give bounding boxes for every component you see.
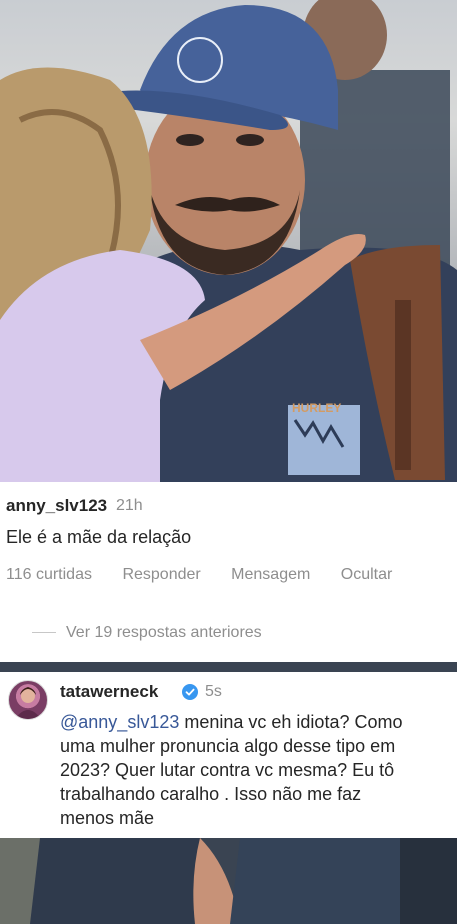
comment-2-line-4: trabalhando caralho . Isso não me faz — [60, 784, 362, 804]
comment-2-username[interactable]: tatawerneck — [60, 682, 158, 702]
comment-1-likes[interactable]: 116 curtidas — [6, 566, 92, 583]
reply-button[interactable]: Responder — [122, 566, 200, 583]
mention-link[interactable]: @anny_slv123 — [60, 712, 179, 732]
photo-bottom-illustration — [0, 838, 457, 924]
shirt-brand-text: HURLEY — [292, 401, 341, 415]
comment-2-line-1: menina vc eh idiota? Como — [179, 712, 403, 732]
comment-1-text: Ele é a mãe da relação — [6, 527, 192, 547]
comment-2-line-2: uma mulher pronuncia algo desse tipo em — [60, 736, 396, 756]
view-replies-link[interactable]: Ver 19 respostas anteriores — [32, 624, 262, 642]
message-button[interactable]: Mensagem — [231, 566, 310, 583]
photo-divider — [0, 662, 457, 672]
verified-badge-icon — [182, 684, 198, 700]
post-photo: HURLEY — [0, 0, 457, 482]
comment-1-username[interactable]: anny_slv123 — [6, 496, 107, 516]
view-replies-label: Ver 19 respostas anteriores — [66, 624, 262, 641]
comment-2-text: @anny_slv123 menina vc eh idiota? Como u… — [60, 710, 402, 830]
avatar[interactable] — [8, 680, 48, 720]
photo-illustration: HURLEY — [0, 0, 457, 482]
avatar-portrait-icon — [15, 687, 41, 719]
comment-2-line-5: menos mãe — [60, 808, 155, 828]
comment-panel-2: tatawerneck 5s @anny_slv123 menina vc eh… — [0, 672, 457, 838]
thread-line — [32, 632, 56, 634]
hide-button[interactable]: Ocultar — [341, 566, 393, 583]
comment-2-time: 5s — [205, 683, 222, 700]
comment-panel-1: anny_slv123 21h Ele é a mãe da relação 1… — [0, 482, 457, 662]
comment-1-actions: 116 curtidas Responder Mensagem Ocultar — [6, 566, 418, 584]
comment-2-line-3: 2023? Quer lutar contra vc mesma? Eu tô — [60, 760, 395, 780]
post-photo-bottom — [0, 838, 457, 924]
comment-1-time: 21h — [116, 497, 143, 514]
